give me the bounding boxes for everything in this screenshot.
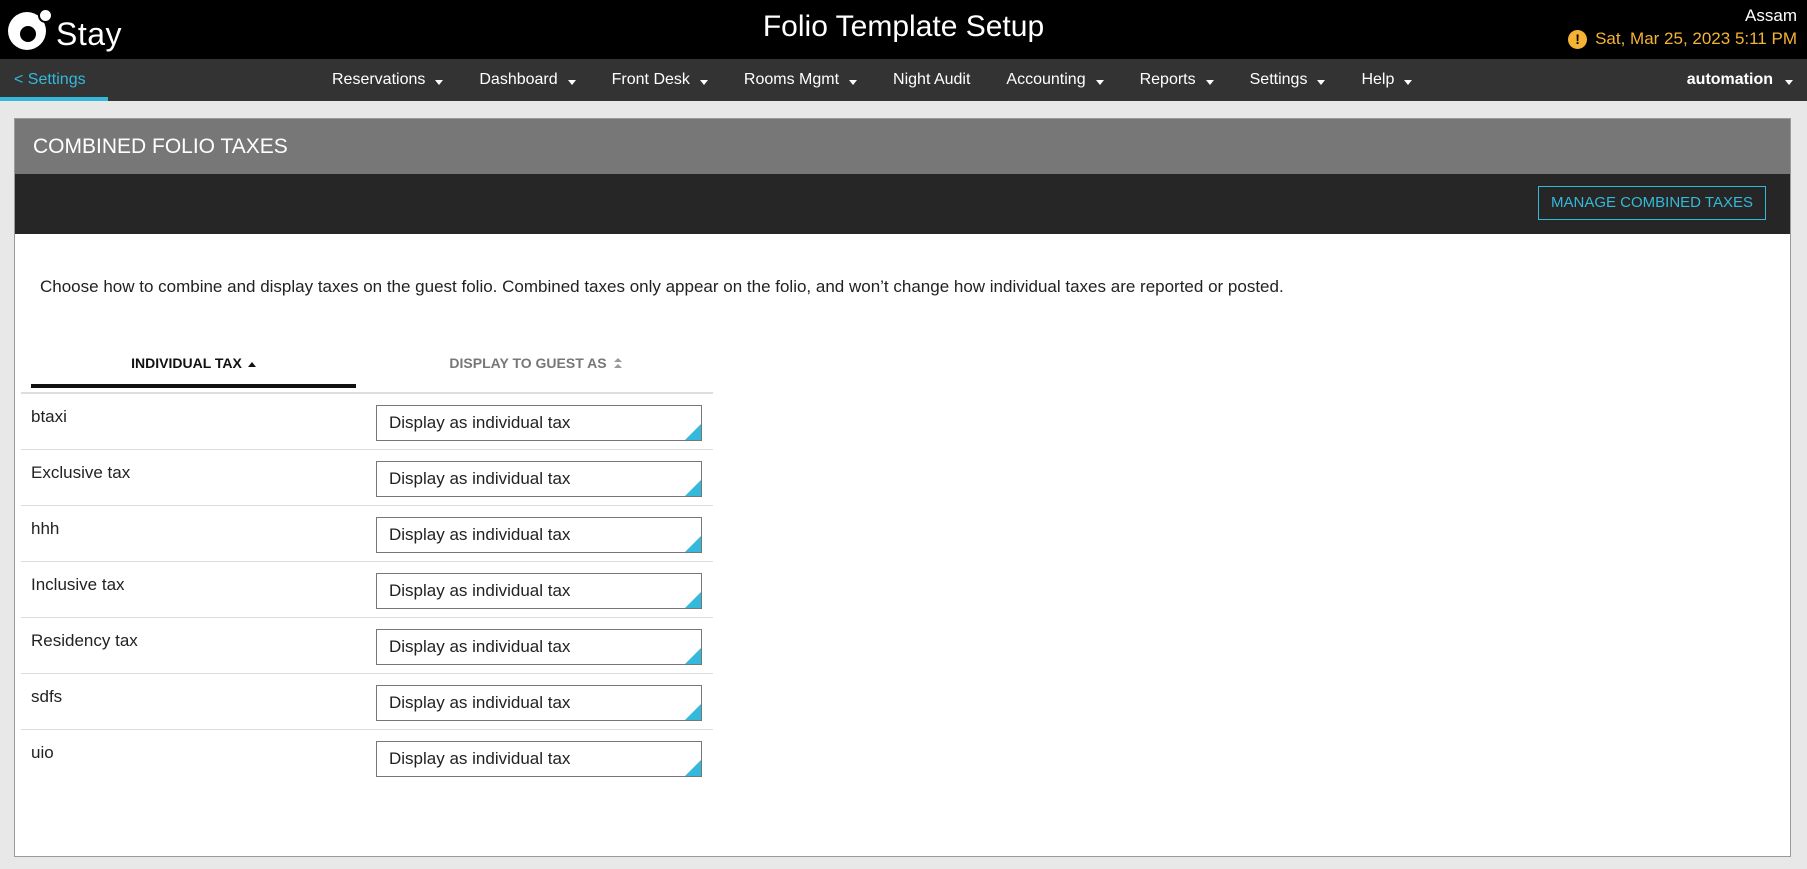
nav-item-front-desk[interactable]: Front Desk [612,59,726,101]
table-body: btaxi Display as individual tax Exclusive … [21,394,713,786]
display-as-select[interactable]: Display as individual tax [376,461,702,497]
table-row: Exclusive tax Display as individual tax [21,450,713,506]
table-row: uio Display as individual tax [21,730,713,786]
display-as-select[interactable]: Display as individual tax [376,629,702,665]
dropdown-corner-icon [685,648,701,664]
panel-title: COMBINED FOLIO TAXES [15,119,1790,174]
sort-icon [613,358,623,370]
sort-ascending-icon [247,361,256,367]
chevron-down-icon [1095,79,1104,85]
dropdown-corner-icon [685,592,701,608]
display-as-select[interactable]: Display as individual tax [376,405,702,441]
table-row: btaxi Display as individual tax [21,394,713,450]
datetime-display: ! Sat, Mar 25, 2023 5:11 PM [1568,29,1797,49]
panel-toolbar: MANAGE COMBINED TAXES [15,174,1790,234]
account-menu[interactable]: automation [1687,59,1793,101]
warning-icon[interactable]: ! [1568,29,1588,49]
nav-item-reports[interactable]: Reports [1140,59,1232,101]
dropdown-corner-icon [685,536,701,552]
dropdown-corner-icon [685,704,701,720]
chevron-down-icon [849,79,858,85]
back-to-settings-link[interactable]: < Settings [0,59,108,101]
nav-item-settings[interactable]: Settings [1250,59,1344,101]
chevron-down-icon [1785,79,1793,85]
tax-name: Residency tax [31,631,138,650]
tax-table: INDIVIDUAL TAX DISPLAY TO GUEST AS btaxi… [21,341,713,786]
dropdown-corner-icon [685,480,701,496]
chevron-down-icon [1404,79,1413,85]
manage-combined-taxes-button[interactable]: MANAGE COMBINED TAXES [1538,186,1766,220]
table-row: sdfs Display as individual tax [21,674,713,730]
chevron-down-icon [567,79,576,85]
chevron-down-icon [699,79,708,85]
table-row: hhh Display as individual tax [21,506,713,562]
account-name: automation [1686,71,1773,88]
nav-item-rooms-mgmt[interactable]: Rooms Mgmt [744,59,875,101]
chevron-down-icon [435,79,444,85]
tax-name: Inclusive tax [31,575,125,594]
user-name[interactable]: Assam [1745,6,1797,26]
nav-item-help[interactable]: Help [1361,59,1430,101]
nav-item-night-audit[interactable]: Night Audit [893,59,988,101]
tax-name: hhh [31,519,60,538]
table-row: Inclusive tax Display as individual tax [21,562,713,618]
chevron-down-icon [1317,79,1326,85]
table-header: INDIVIDUAL TAX DISPLAY TO GUEST AS [21,341,713,394]
nav-menu: Reservations Dashboard Front Desk Rooms Mgm… [332,59,1448,101]
main-nav: < Settings Reservations Dashboard Front De… [0,59,1807,101]
page-title: Folio Template Setup [762,10,1045,43]
column-header-display-to-guest[interactable]: DISPLAY TO GUEST AS [371,341,701,388]
nav-item-dashboard[interactable]: Dashboard [479,59,593,101]
dropdown-corner-icon [685,760,701,776]
tax-name: btaxi [31,407,67,426]
dropdown-corner-icon [685,424,701,440]
tax-name: sdfs [31,687,63,706]
nav-item-reservations[interactable]: Reservations [332,59,461,101]
combined-folio-taxes-panel: COMBINED FOLIO TAXES MANAGE COMBINED TAX… [14,118,1791,857]
display-as-select[interactable]: Display as individual tax [376,573,702,609]
tax-name: uio [31,743,54,762]
table-row: Residency tax Display as individual tax [21,618,713,674]
nav-item-accounting[interactable]: Accounting [1006,59,1121,101]
datetime-text: Sat, Mar 25, 2023 5:11 PM [1595,29,1797,48]
top-bar: Stay Folio Template Setup Assam ! Sat, M… [0,0,1807,59]
intro-text: Choose how to combine and display taxes … [40,277,1284,296]
display-as-select[interactable]: Display as individual tax [376,685,702,721]
chevron-down-icon [1205,79,1214,85]
display-as-select[interactable]: Display as individual tax [376,741,702,777]
display-as-select[interactable]: Display as individual tax [376,517,702,553]
column-header-individual-tax[interactable]: INDIVIDUAL TAX [31,341,356,388]
tax-name: Exclusive tax [31,463,131,482]
